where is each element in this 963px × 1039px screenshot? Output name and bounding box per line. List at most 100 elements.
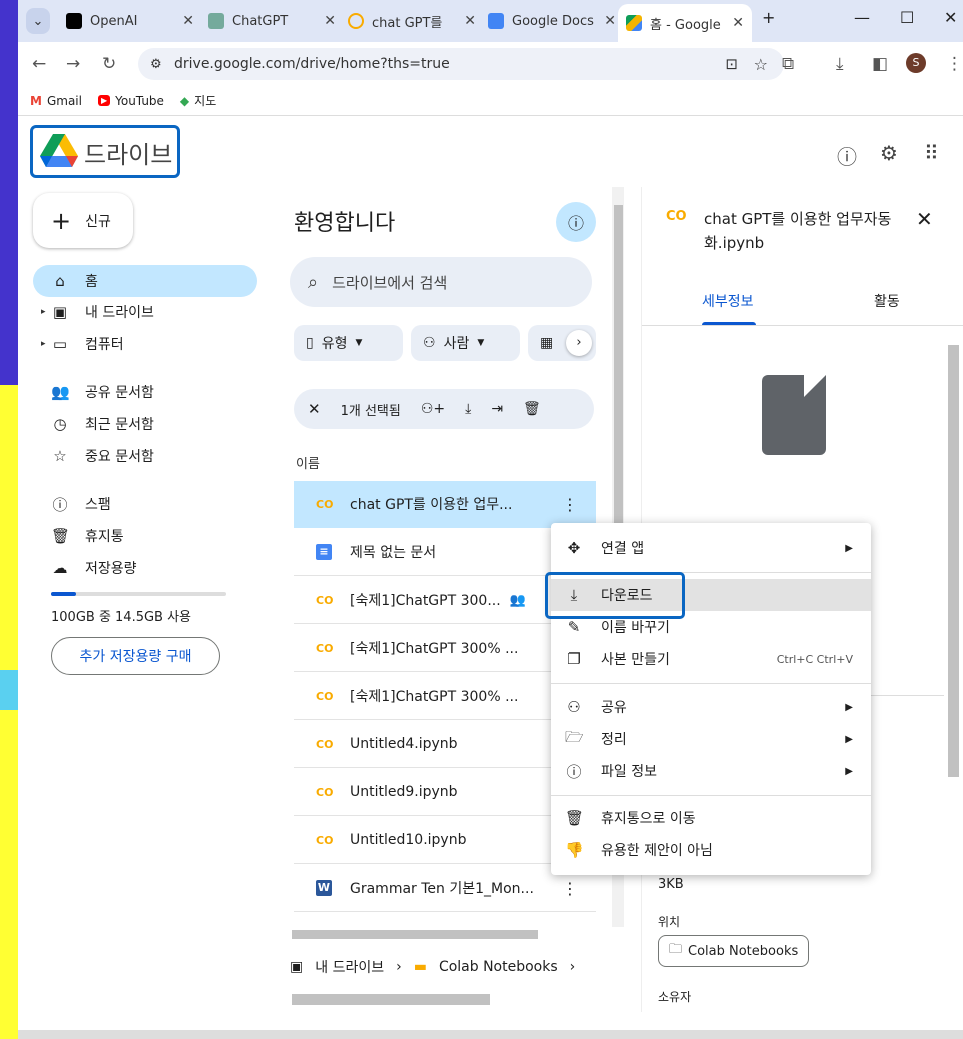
bookmark-label: 지도 bbox=[194, 94, 217, 108]
bottom-scrollbar[interactable] bbox=[284, 992, 604, 1006]
bookmark-star-icon[interactable]: ☆ bbox=[754, 55, 768, 74]
sidebar-item-label: 휴지통 bbox=[85, 529, 124, 545]
menu-item-open-with[interactable]: ✥ 연결 앱 ▶ bbox=[551, 532, 871, 564]
tab-colab[interactable]: chat GPT를 ✕ bbox=[344, 6, 484, 36]
download-icon[interactable]: ⤓ bbox=[465, 401, 471, 417]
sidebar-item-my-drive[interactable]: ▸ ▣ 내 드라이브 bbox=[33, 296, 257, 328]
sidebar-item-computers[interactable]: ▸ ▭ 컴퓨터 bbox=[33, 328, 257, 360]
sidebar-item-home[interactable]: ⌂ 홈 bbox=[33, 265, 257, 297]
location-button[interactable]: 🗀 Colab Notebooks bbox=[658, 935, 810, 967]
calendar-icon: ▦ bbox=[540, 335, 554, 351]
maximize-icon[interactable]: ☐ bbox=[900, 8, 914, 27]
menu-item-organize[interactable]: 🗁 정리 ▶ bbox=[551, 723, 871, 755]
breadcrumb-item[interactable]: 내 드라이브 bbox=[315, 957, 384, 977]
more-actions-icon[interactable]: ⋮ bbox=[562, 879, 578, 898]
computer-icon: ▭ bbox=[52, 335, 68, 353]
colab-icon bbox=[348, 13, 364, 29]
sidebar-item-starred[interactable]: ☆ 중요 문서함 bbox=[33, 440, 257, 472]
reload-icon[interactable]: ↻ bbox=[102, 54, 116, 74]
bookmark-youtube[interactable]: ▶ YouTube bbox=[97, 93, 164, 108]
details-scrollbar[interactable] bbox=[946, 337, 960, 1012]
scrollbar-thumb[interactable] bbox=[948, 345, 959, 777]
close-icon[interactable]: ✕ bbox=[732, 15, 744, 31]
sidebar-item-shared[interactable]: 👥 공유 문서함 bbox=[33, 376, 257, 408]
address-bar[interactable]: ⚙ drive.google.com/drive/home?ths=true ⊡… bbox=[138, 48, 784, 80]
side-panel-icon[interactable]: ◧ bbox=[872, 54, 888, 74]
profile-avatar[interactable]: S bbox=[906, 53, 926, 73]
tab-google-docs[interactable]: Google Docs ✕ bbox=[484, 6, 624, 36]
bookmark-maps[interactable]: ◆ 지도 bbox=[180, 92, 216, 109]
sidebar-item-trash[interactable]: 🗑 휴지통 bbox=[33, 520, 257, 552]
tab-label: 홈 - Google bbox=[650, 17, 721, 33]
expand-caret-icon[interactable]: ▸ bbox=[41, 307, 46, 317]
menu-item-label: 파일 정보 bbox=[601, 764, 657, 780]
tab-activity[interactable]: 활동 bbox=[874, 291, 900, 311]
drive-header: 드라이브 ⓘ ⚙ ⠿ bbox=[18, 117, 963, 187]
close-icon[interactable]: ✕ bbox=[324, 13, 336, 29]
divider bbox=[642, 325, 963, 326]
menu-item-share[interactable]: ⚇ 공유 ▶ bbox=[551, 691, 871, 723]
filter-type-chip[interactable]: ▯ 유형 ▼ bbox=[294, 325, 403, 361]
scrollbar-thumb[interactable] bbox=[292, 994, 490, 1005]
help-icon[interactable]: ⓘ bbox=[837, 141, 857, 170]
extensions-icon[interactable]: ⧉ bbox=[782, 54, 794, 74]
new-tab-icon[interactable]: + bbox=[762, 8, 775, 27]
folder-icon: ▬ bbox=[413, 959, 427, 975]
sidebar-item-label: 저장용량 bbox=[85, 561, 137, 577]
sidebar-item-recent[interactable]: ◷ 최근 문서함 bbox=[33, 408, 257, 440]
bookmarks-bar: M Gmail ▶ YouTube ◆ 지도 bbox=[18, 86, 963, 116]
buy-storage-button[interactable]: 추가 저장용량 구매 bbox=[51, 637, 220, 675]
back-icon[interactable]: ← bbox=[32, 54, 46, 74]
menu-item-make-copy[interactable]: ❐ 사본 만들기 Ctrl+C Ctrl+V bbox=[551, 643, 871, 675]
menu-item-move-to-trash[interactable]: 🗑 휴지통으로 이동 bbox=[551, 802, 871, 834]
more-actions-icon[interactable]: ⋮ bbox=[562, 495, 578, 514]
bookmark-label: YouTube bbox=[115, 93, 164, 108]
colab-file-icon: CO bbox=[316, 737, 334, 751]
clear-selection-icon[interactable]: ✕ bbox=[308, 400, 321, 418]
minimize-icon[interactable]: — bbox=[854, 8, 870, 27]
downloads-icon[interactable]: ⤓ bbox=[836, 54, 844, 74]
chatgpt-icon bbox=[208, 13, 224, 29]
sidebar-item-spam[interactable]: ⓘ 스팸 bbox=[33, 488, 257, 520]
sidebar-item-storage[interactable]: ☁ 저장용량 bbox=[33, 552, 257, 584]
sidebar-item-label: 내 드라이브 bbox=[85, 305, 154, 321]
chevron-right-icon[interactable]: › bbox=[566, 330, 592, 356]
install-icon[interactable]: ⊡ bbox=[725, 55, 738, 73]
close-icon[interactable]: ✕ bbox=[182, 13, 194, 29]
drive-logo-icon[interactable] bbox=[40, 134, 78, 168]
tab-search-button[interactable]: ⌄ bbox=[26, 8, 50, 34]
menu-item-file-info[interactable]: ⓘ 파일 정보 ▶ bbox=[551, 755, 871, 787]
share-icon: ⚇ bbox=[567, 698, 581, 716]
tab-openai[interactable]: OpenAI ✕ bbox=[62, 6, 202, 36]
trash-icon[interactable]: 🗑 bbox=[523, 401, 541, 417]
breadcrumb-item[interactable]: Colab Notebooks bbox=[439, 959, 558, 975]
new-button[interactable]: + 신규 bbox=[33, 193, 133, 248]
tab-details[interactable]: 세부정보 bbox=[702, 291, 754, 311]
move-icon[interactable]: ⇥ bbox=[491, 401, 503, 417]
tab-drive-home[interactable]: 홈 - Google ✕ bbox=[618, 4, 752, 42]
forward-icon[interactable]: → bbox=[66, 54, 80, 74]
taskbar-strip bbox=[18, 1030, 963, 1039]
horizontal-scrollbar[interactable] bbox=[284, 928, 604, 940]
expand-caret-icon[interactable]: ▸ bbox=[41, 339, 46, 349]
more-menu-icon[interactable]: ⋮ bbox=[946, 54, 963, 74]
share-person-icon[interactable]: ⚇+ bbox=[421, 401, 445, 417]
close-icon[interactable]: ✕ bbox=[464, 13, 476, 29]
apps-grid-icon[interactable]: ⠿ bbox=[924, 141, 939, 165]
filter-people-chip[interactable]: ⚇ 사람 ▼ bbox=[411, 325, 520, 361]
window-close-icon[interactable]: ✕ bbox=[944, 8, 957, 27]
menu-item-not-helpful[interactable]: 👎 유용한 제안이 아님 bbox=[551, 834, 871, 866]
site-settings-icon[interactable]: ⚙ bbox=[150, 57, 162, 72]
bookmark-gmail[interactable]: M Gmail bbox=[30, 94, 82, 108]
file-row[interactable]: CO chat GPT를 이용한 업무... ⋮ bbox=[294, 481, 596, 528]
colab-file-icon: CO bbox=[316, 785, 334, 799]
details-toggle-button[interactable]: ⓘ bbox=[556, 202, 596, 242]
close-icon[interactable]: ✕ bbox=[916, 207, 933, 231]
scrollbar-thumb[interactable] bbox=[292, 930, 538, 939]
close-icon[interactable]: ✕ bbox=[604, 13, 616, 29]
tab-chatgpt[interactable]: ChatGPT ✕ bbox=[204, 6, 344, 36]
gear-icon[interactable]: ⚙ bbox=[880, 141, 898, 165]
star-icon: ☆ bbox=[53, 447, 67, 465]
search-input[interactable]: ⌕ 드라이브에서 검색 bbox=[290, 257, 592, 307]
desktop-background-top bbox=[0, 0, 18, 385]
